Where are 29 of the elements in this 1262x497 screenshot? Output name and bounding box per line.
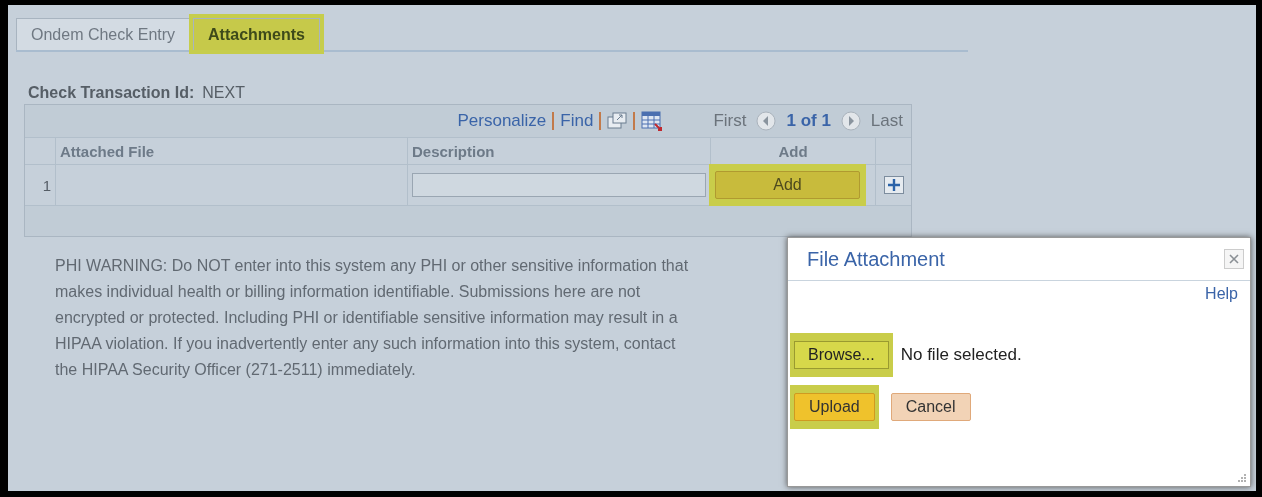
add-row-icon[interactable]	[883, 176, 904, 194]
spreadsheet-icon[interactable]	[641, 111, 664, 131]
field-label: Check Transaction Id:	[28, 84, 195, 102]
close-icon	[1229, 254, 1239, 264]
description-field[interactable]	[412, 173, 706, 197]
grid-link[interactable]: Personalize	[457, 111, 547, 131]
file-status: No file selected.	[900, 345, 1022, 365]
column-header: Description	[412, 142, 495, 160]
first-label: First	[713, 111, 747, 131]
browse-button[interactable]: Browse...	[794, 341, 889, 369]
column-header: Add	[778, 142, 808, 160]
tab[interactable]: Ondem Check Entry	[16, 18, 191, 50]
grid-link[interactable]: Find	[560, 111, 594, 131]
column-header: Attached File	[60, 142, 155, 160]
cancel-button[interactable]: Cancel	[890, 393, 971, 421]
next-icon[interactable]	[840, 111, 861, 131]
last-label: Last	[870, 111, 903, 131]
page-range: 1 of 1	[786, 111, 831, 131]
close-button[interactable]	[1224, 249, 1244, 269]
dialog-title: File Attachment	[807, 247, 945, 271]
row-number: 1	[42, 176, 51, 194]
new-window-icon[interactable]	[607, 112, 628, 130]
add-button[interactable]: Add	[715, 171, 860, 199]
previous-icon[interactable]	[756, 111, 777, 131]
help-link[interactable]: Help	[1205, 285, 1238, 303]
resize-grip-icon[interactable]	[1237, 473, 1247, 483]
warning-text: PHI WARNING: Do NOT enter into this system any PHI or other sensitive information that makes individual health or billing information identifiable. Submissions here are not encrypted or protected. Including PHI or identifiable sensitive information may result in a HIPAA violation. If you inadvertently enter any such information into this system, contact the HIPAA Security Officer (271-2511) immediately.	[55, 256, 690, 380]
field-value: NEXT	[202, 84, 245, 102]
upload-button[interactable]: Upload	[794, 393, 875, 421]
